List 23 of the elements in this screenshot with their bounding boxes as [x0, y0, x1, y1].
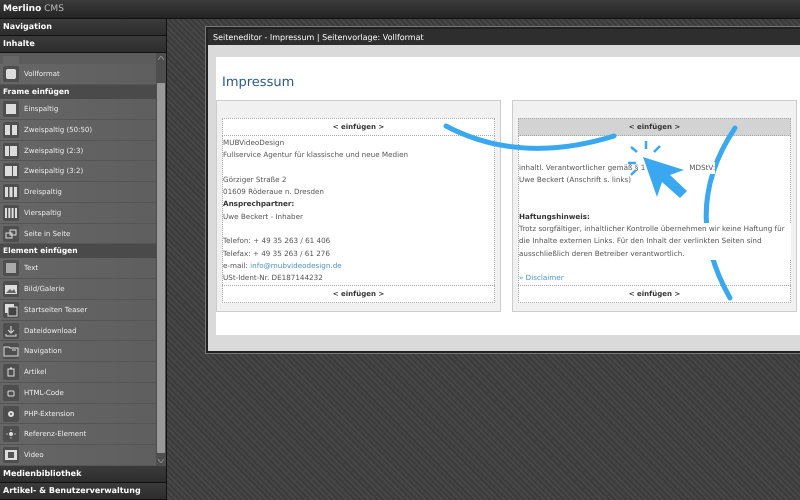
page-icon	[3, 56, 19, 64]
page-heading: Impressum	[221, 74, 296, 92]
scrollbar[interactable]	[156, 53, 166, 466]
sidebar-section[interactable]: Navigation	[0, 19, 166, 36]
window-title: Seiteneditor - Impressum | Seitenvorlage: Vollformat	[213, 32, 425, 42]
cols2-icon	[3, 122, 19, 138]
download-icon	[3, 322, 19, 339]
sidebar-section[interactable]: Inhalte	[0, 36, 166, 53]
nav-icon	[3, 343, 19, 360]
cols3-icon	[3, 184, 19, 200]
cols4-icon	[3, 204, 19, 221]
cols23-icon	[3, 142, 19, 159]
sidebar-section[interactable]: Artikel- & Benutzerverwaltung	[0, 483, 166, 500]
image-icon	[3, 281, 19, 298]
scroll-up-icon[interactable]	[158, 56, 164, 60]
video-icon	[3, 447, 19, 464]
cols1-icon	[3, 101, 19, 118]
text-icon	[3, 260, 19, 276]
cols32-icon	[3, 163, 19, 180]
sidebar-section[interactable]: Medienbibliothek	[0, 466, 166, 483]
app-title: Merlino CMS	[3, 4, 64, 14]
page-icon	[3, 66, 19, 82]
scroll-down-icon[interactable]	[158, 459, 164, 463]
